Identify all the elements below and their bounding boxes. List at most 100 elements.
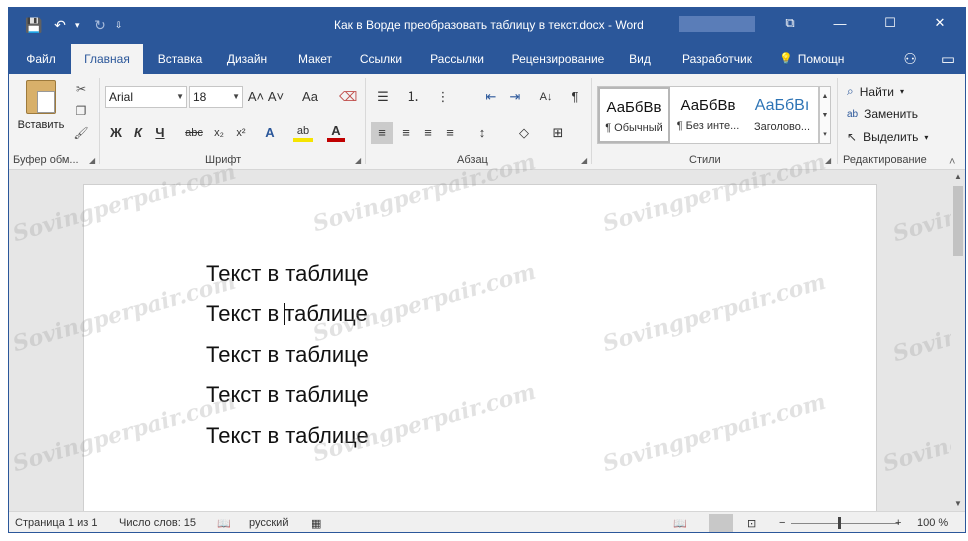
proofing-icon[interactable]: 📖	[217, 517, 231, 530]
tell-me-box[interactable]: 💡 Помощн	[779, 44, 844, 74]
redo-icon[interactable]: ↻	[89, 14, 111, 36]
line-spacing-button[interactable]: ↕	[471, 122, 493, 144]
tab-references[interactable]: Ссылки	[353, 44, 409, 74]
zoom-out-button[interactable]: −	[779, 517, 785, 529]
read-mode-icon[interactable]: 📖	[673, 517, 687, 530]
grow-font-button[interactable]: A˄	[247, 86, 265, 108]
style-no-spacing[interactable]: АаБбВв ¶ Без инте...	[672, 87, 744, 143]
vertical-scrollbar[interactable]: ▲ ▼	[951, 170, 965, 511]
macro-recording-icon[interactable]: ▦	[311, 517, 321, 530]
shading-button[interactable]: ◇	[513, 122, 535, 144]
style-heading-1[interactable]: АаБбВı Заголово...	[746, 87, 818, 143]
styles-scroll-up-icon[interactable]: ▲	[820, 87, 830, 106]
clear-formatting-icon[interactable]: ⌫	[339, 86, 357, 108]
scroll-down-icon[interactable]: ▼	[951, 497, 965, 511]
numbering-button[interactable]: ⒈	[403, 86, 423, 108]
style-normal[interactable]: АаБбВв ¶ Обычный	[598, 87, 670, 143]
document-line: Текст в таблице	[206, 382, 369, 407]
account-area[interactable]	[679, 16, 755, 32]
page-count[interactable]: Страница 1 из 1	[15, 517, 97, 529]
zoom-in-button[interactable]: +	[895, 517, 901, 529]
bullets-button[interactable]: ☰	[373, 86, 393, 108]
language[interactable]: русский	[249, 517, 288, 529]
close-button[interactable]: ✕	[915, 8, 965, 38]
subscript-button[interactable]: x₂	[209, 122, 229, 144]
find-label: Найти	[859, 84, 894, 99]
font-name-combo[interactable]: Arial ▼	[105, 86, 187, 108]
select-button[interactable]: ↖ Выделить ▾	[847, 130, 928, 144]
tab-design[interactable]: Дизайн	[219, 44, 275, 74]
tab-mailings[interactable]: Рассылки	[423, 44, 491, 74]
minimize-button[interactable]: —	[815, 8, 865, 38]
document-line: Текст в таблице	[206, 261, 369, 286]
styles-scroll-down-icon[interactable]: ▼	[820, 106, 830, 125]
tell-me-label: Помощн	[797, 52, 845, 66]
replace-label: Заменить	[864, 107, 919, 121]
copy-icon[interactable]: ❐	[73, 104, 89, 120]
select-label: Выделить	[863, 130, 919, 144]
highlight-button[interactable]: ab	[293, 122, 313, 142]
decrease-indent-button[interactable]: ⇤	[481, 86, 501, 108]
increase-indent-button[interactable]: ⇥	[505, 86, 525, 108]
tab-layout[interactable]: Макет	[287, 44, 343, 74]
tab-developer[interactable]: Разработчик	[673, 44, 761, 74]
bold-button[interactable]: Ж	[107, 122, 125, 144]
tab-view[interactable]: Вид	[621, 44, 659, 74]
format-painter-icon[interactable]: 🖌	[73, 126, 89, 142]
zoom-level[interactable]: 100 %	[917, 517, 948, 529]
replace-button[interactable]: ab Заменить	[847, 107, 918, 121]
document-line: Текст в таблице	[206, 342, 369, 367]
paste-button[interactable]: Вставить	[15, 80, 67, 131]
clipboard-launcher-icon[interactable]: ◢	[89, 156, 95, 165]
zoom-slider-thumb[interactable]	[838, 517, 841, 529]
find-button[interactable]: ⌕ Найти ▾	[847, 84, 904, 99]
scroll-up-icon[interactable]: ▲	[951, 170, 965, 184]
font-launcher-icon[interactable]: ◢	[355, 156, 361, 165]
zoom-slider[interactable]	[791, 523, 899, 524]
align-left-button[interactable]: ≡	[371, 122, 393, 144]
font-color-button[interactable]: A	[327, 122, 345, 142]
italic-button[interactable]: К	[129, 122, 147, 144]
justify-button[interactable]: ≡	[439, 122, 461, 144]
comments-icon[interactable]: ▭	[941, 50, 955, 68]
title-bar: 💾 ↶ ▾ ↻ ⇩ Как в Ворде преобразовать табл…	[9, 8, 965, 44]
change-case-button[interactable]: Aa	[297, 86, 323, 108]
font-name-value: Arial	[109, 90, 134, 104]
borders-button[interactable]: ⊞	[547, 122, 569, 144]
clipboard-small-buttons: ✂ ❐ 🖌	[73, 82, 89, 142]
search-icon: ⌕	[847, 84, 854, 98]
scroll-thumb[interactable]	[953, 186, 963, 256]
word-count[interactable]: Число слов: 15	[119, 517, 196, 529]
customize-qat-icon[interactable]: ⇩	[115, 20, 125, 31]
tab-insert[interactable]: Вставка	[149, 44, 211, 74]
undo-dropdown-icon[interactable]: ▾	[75, 20, 85, 31]
save-icon[interactable]: 💾	[23, 14, 45, 36]
tab-file[interactable]: Файл	[15, 44, 67, 74]
share-icon[interactable]: ⚇	[903, 50, 916, 68]
superscript-button[interactable]: x²	[231, 122, 251, 144]
print-layout-icon[interactable]	[709, 514, 733, 532]
document-page[interactable]: Текст в таблице Текст в таблице Текст в …	[83, 184, 877, 524]
sort-button[interactable]: A↓	[535, 86, 557, 108]
tab-home[interactable]: Главная	[71, 44, 143, 74]
font-size-combo[interactable]: 18 ▼	[189, 86, 243, 108]
strikethrough-button[interactable]: abc	[183, 122, 205, 144]
text-effects-button[interactable]: A	[261, 122, 279, 144]
tab-review[interactable]: Рецензирование	[505, 44, 611, 74]
paragraph-launcher-icon[interactable]: ◢	[581, 156, 587, 165]
show-formatting-button[interactable]: ¶	[565, 86, 585, 108]
web-layout-icon[interactable]: ⊡	[747, 517, 756, 530]
align-right-button[interactable]: ≡	[417, 122, 439, 144]
align-center-button[interactable]: ≡	[395, 122, 417, 144]
ribbon-display-options-icon[interactable]: ⧉	[765, 8, 815, 38]
multilevel-list-button[interactable]: ⋮	[433, 86, 453, 108]
shrink-font-button[interactable]: A˅	[267, 86, 285, 108]
maximize-button[interactable]: ☐	[865, 8, 915, 38]
styles-more-icon[interactable]: ▾	[820, 125, 830, 144]
cut-icon[interactable]: ✂	[73, 82, 89, 98]
underline-button[interactable]: Ч	[151, 122, 169, 144]
collapse-ribbon-icon[interactable]: ˄	[949, 156, 955, 168]
styles-gallery: АаБбВв ¶ Обычный АаБбВв ¶ Без инте... Аа…	[597, 86, 819, 144]
styles-launcher-icon[interactable]: ◢	[825, 156, 831, 165]
undo-icon[interactable]: ↶	[49, 14, 71, 36]
